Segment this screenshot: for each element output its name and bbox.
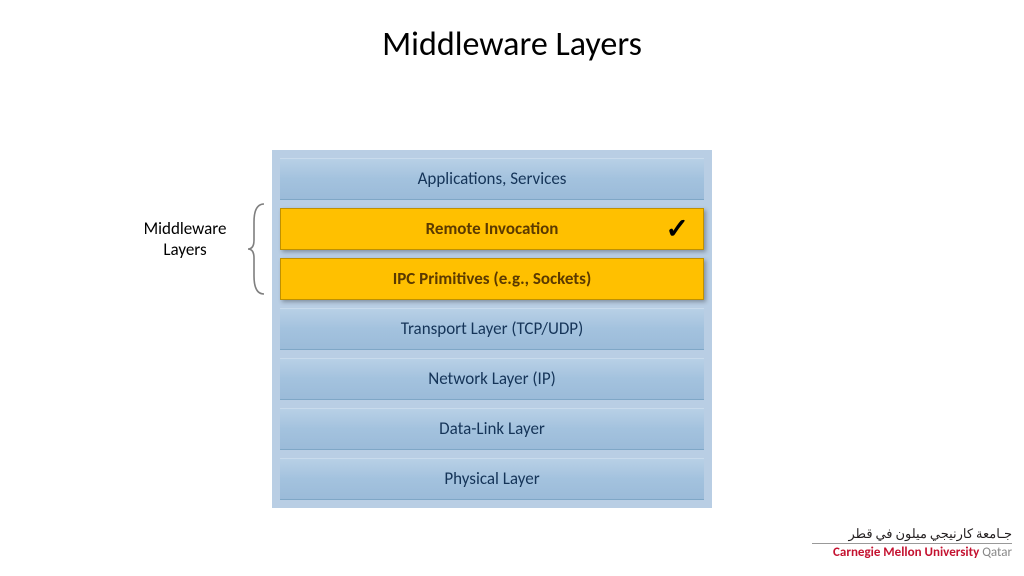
layer-remote-invocation: Remote Invocation ✓ (280, 208, 704, 250)
layer-remote-invocation-label: Remote Invocation (426, 218, 559, 239)
bracket-label-line1: Middleware (144, 218, 227, 239)
logo-arabic-text: جـامعة كارنيجي ميلون في قطر (812, 528, 1012, 542)
layer-datalink: Data-Link Layer (280, 408, 704, 450)
layer-ipc-primitives: IPC Primitives (e.g., Sockets) (280, 258, 704, 300)
logo-english-text: Carnegie Mellon University Qatar (812, 546, 1012, 560)
checkmark-icon: ✓ (666, 209, 689, 249)
bracket-label-line2: Layers (163, 239, 206, 260)
university-logo: جـامعة كارنيجي ميلون في قطر Carnegie Mel… (812, 528, 1012, 560)
layer-stack: Applications, Services Remote Invocation… (272, 150, 712, 508)
layer-applications: Applications, Services (280, 158, 704, 200)
layer-network: Network Layer (IP) (280, 358, 704, 400)
logo-en-grey: Qatar (979, 545, 1012, 560)
logo-divider (812, 543, 1012, 544)
slide-title: Middleware Layers (0, 24, 1024, 65)
brace-icon (246, 202, 266, 296)
logo-en-red: Carnegie Mellon University (833, 545, 979, 560)
layer-physical: Physical Layer (280, 458, 704, 500)
layer-transport: Transport Layer (TCP/UDP) (280, 308, 704, 350)
bracket-label: Middleware Layers (130, 218, 240, 261)
